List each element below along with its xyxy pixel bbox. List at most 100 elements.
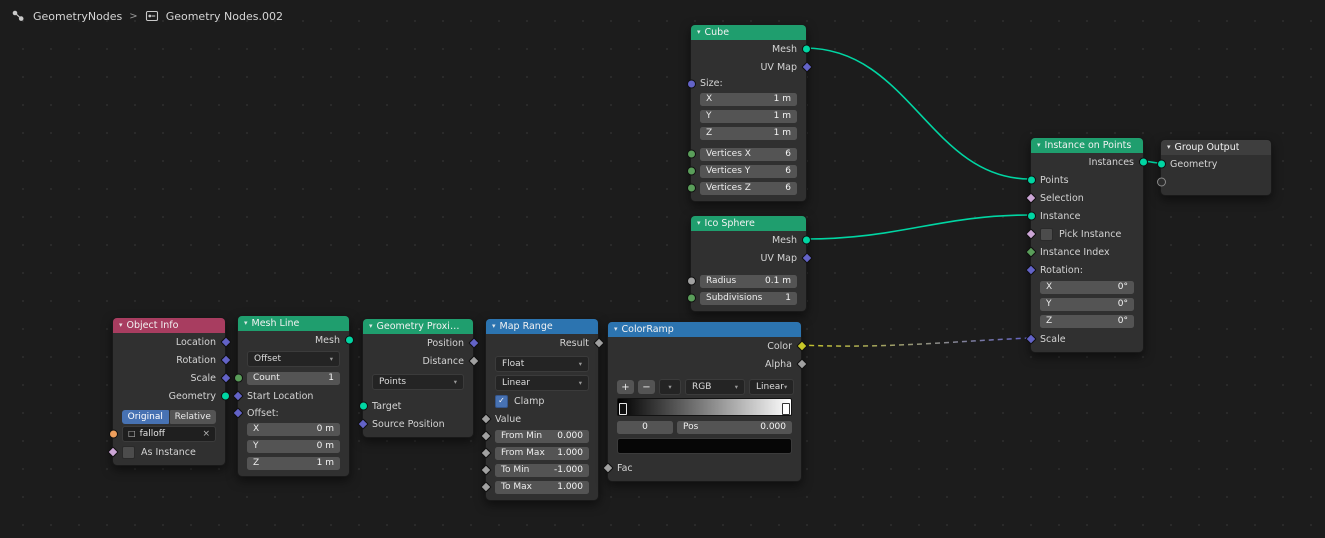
collapse-chevron-icon[interactable]: ▾ [1037, 142, 1041, 149]
vector-field-socket[interactable] [1024, 333, 1037, 345]
vector-socket[interactable] [686, 79, 696, 88]
integer-socket[interactable] [686, 293, 696, 303]
geometry-socket[interactable] [1026, 175, 1036, 185]
float-field-socket[interactable] [601, 462, 614, 474]
colorramp-stop-marker[interactable] [619, 403, 627, 415]
float-field-socket[interactable] [479, 430, 492, 442]
float-field-socket[interactable] [592, 337, 605, 349]
relative-button[interactable]: Relative [169, 410, 216, 424]
color-mode-dropdown[interactable]: RGB ▾ [685, 379, 745, 395]
rotation-z-field[interactable]: Z 0° [1040, 314, 1134, 328]
clear-object-icon[interactable]: × [202, 429, 210, 439]
geometry-socket[interactable] [801, 235, 811, 245]
from-max-field[interactable]: From Max 1.000 [495, 446, 589, 460]
ramp-interpolation-dropdown[interactable]: Linear ▾ [749, 379, 795, 395]
stop-index-field[interactable]: 0 [617, 420, 673, 434]
node-object-info[interactable]: ▾ Object Info Location Rotation Scale Ge… [106, 317, 232, 466]
geometry-socket[interactable] [1156, 159, 1166, 169]
integer-socket[interactable] [686, 166, 696, 176]
node-instance-on-points[interactable]: ▾ Instance on Points Instances Points Se… [1024, 137, 1148, 353]
vector-field-socket[interactable] [800, 252, 813, 264]
vertices-y-field[interactable]: Vertices Y 6 [700, 164, 797, 178]
collapse-chevron-icon[interactable]: ▾ [119, 322, 123, 329]
integer-socket[interactable] [686, 149, 696, 159]
node-cube[interactable]: ▾ Cube Mesh UV Map Size: X 1 m Y 1 m Z 1… [686, 24, 813, 202]
geometry-socket[interactable] [801, 44, 811, 54]
mode-dropdown[interactable]: Offset ▾ [247, 351, 340, 367]
interpolation-dropdown[interactable]: Linear ▾ [495, 375, 589, 391]
node-mesh-line-header[interactable]: ▾ Mesh Line [238, 316, 349, 331]
object-selector-field[interactable]: □ falloff × [122, 426, 216, 442]
geometry-socket[interactable] [220, 391, 230, 401]
boolean-field-socket[interactable] [1024, 192, 1037, 204]
as-instance-checkbox[interactable] [122, 445, 135, 459]
node-object-info-header[interactable]: ▾ Object Info [113, 318, 225, 333]
stop-position-field[interactable]: Pos 0.000 [677, 420, 792, 434]
stop-color-swatch[interactable] [617, 438, 792, 454]
integer-field-socket[interactable] [1024, 246, 1037, 258]
vertices-x-field[interactable]: Vertices X 6 [700, 147, 797, 161]
editor-type-icon[interactable] [10, 8, 26, 24]
node-group-output-header[interactable]: ▾ Group Output [1161, 140, 1271, 155]
float-field-socket[interactable] [479, 464, 492, 476]
node-editor-canvas[interactable]: GeometryNodes > Geometry Nodes.002 ▾ Cub… [0, 0, 1325, 538]
size-x-field[interactable]: X 1 m [700, 92, 797, 106]
vector-field-socket[interactable] [1024, 264, 1037, 276]
offset-y-field[interactable]: Y 0 m [247, 439, 340, 453]
node-mesh-line[interactable]: ▾ Mesh Line Mesh Offset ▾ Count 1 Start … [231, 315, 354, 477]
original-button[interactable]: Original [122, 410, 169, 424]
data-type-dropdown[interactable]: Float ▾ [495, 356, 589, 372]
vector-field-socket[interactable] [800, 61, 813, 73]
size-z-field[interactable]: Z 1 m [700, 126, 797, 140]
node-geometry-proximity[interactable]: ▾ Geometry Proximity Position Distance P… [356, 318, 480, 438]
vector-field-socket[interactable] [219, 372, 232, 384]
node-geometry-proximity-header[interactable]: ▾ Geometry Proximity [363, 319, 473, 334]
pick-instance-checkbox[interactable] [1040, 227, 1053, 241]
integer-socket[interactable] [686, 183, 696, 193]
radius-field[interactable]: Radius 0.1 m [700, 274, 797, 288]
collapse-chevron-icon[interactable]: ▾ [492, 323, 496, 330]
float-field-socket[interactable] [479, 413, 492, 425]
geometry-socket[interactable] [1026, 211, 1036, 221]
clamp-checkbox[interactable]: ✓ [495, 394, 508, 408]
float-socket[interactable] [686, 276, 696, 286]
to-min-field[interactable]: To Min -1.000 [495, 463, 589, 477]
node-ico-sphere-header[interactable]: ▾ Ico Sphere [691, 216, 806, 231]
float-field-socket[interactable] [479, 481, 492, 493]
collapse-chevron-icon[interactable]: ▾ [369, 323, 373, 330]
colorramp-specials-icon[interactable]: ▾ [659, 379, 681, 395]
node-group-output[interactable]: ▾ Group Output Geometry [1156, 139, 1272, 196]
to-max-field[interactable]: To Max 1.000 [495, 480, 589, 494]
vector-field-socket[interactable] [356, 418, 369, 430]
geometry-socket[interactable] [1138, 157, 1148, 167]
rotation-x-field[interactable]: X 0° [1040, 280, 1134, 294]
rotation-y-field[interactable]: Y 0° [1040, 297, 1134, 311]
target-element-dropdown[interactable]: Points ▾ [372, 374, 464, 390]
node-cube-header[interactable]: ▾ Cube [691, 25, 806, 40]
node-map-range[interactable]: ▾ Map Range Result Float ▾ Linear ▾ ✓ Cl… [479, 318, 605, 501]
collapse-chevron-icon[interactable]: ▾ [697, 220, 701, 227]
geometry-socket[interactable] [358, 401, 368, 411]
integer-socket[interactable] [233, 373, 243, 383]
count-field[interactable]: Count 1 [247, 371, 340, 385]
float-field-socket[interactable] [467, 355, 480, 367]
boolean-field-socket[interactable] [106, 446, 119, 458]
node-map-range-header[interactable]: ▾ Map Range [486, 319, 598, 334]
color-field-socket[interactable] [795, 340, 808, 352]
vector-field-socket[interactable] [219, 354, 232, 366]
add-stop-button[interactable]: + [617, 380, 634, 394]
colorramp-stop-marker[interactable] [782, 403, 790, 415]
size-y-field[interactable]: Y 1 m [700, 109, 797, 123]
vector-field-socket[interactable] [219, 336, 232, 348]
subdivisions-field[interactable]: Subdivisions 1 [700, 291, 797, 305]
float-field-socket[interactable] [795, 358, 808, 370]
vector-field-socket[interactable] [231, 407, 244, 419]
node-colorramp[interactable]: ▾ ColorRamp Color Alpha + − ▾ RGB ▾ Line… [601, 321, 808, 482]
remove-stop-button[interactable]: − [638, 380, 655, 394]
colorramp-gradient[interactable] [617, 398, 792, 416]
node-colorramp-header[interactable]: ▾ ColorRamp [608, 322, 801, 337]
collapse-chevron-icon[interactable]: ▾ [697, 29, 701, 36]
offset-x-field[interactable]: X 0 m [247, 422, 340, 436]
virtual-socket[interactable] [1156, 177, 1166, 187]
collapse-chevron-icon[interactable]: ▾ [1167, 144, 1171, 151]
